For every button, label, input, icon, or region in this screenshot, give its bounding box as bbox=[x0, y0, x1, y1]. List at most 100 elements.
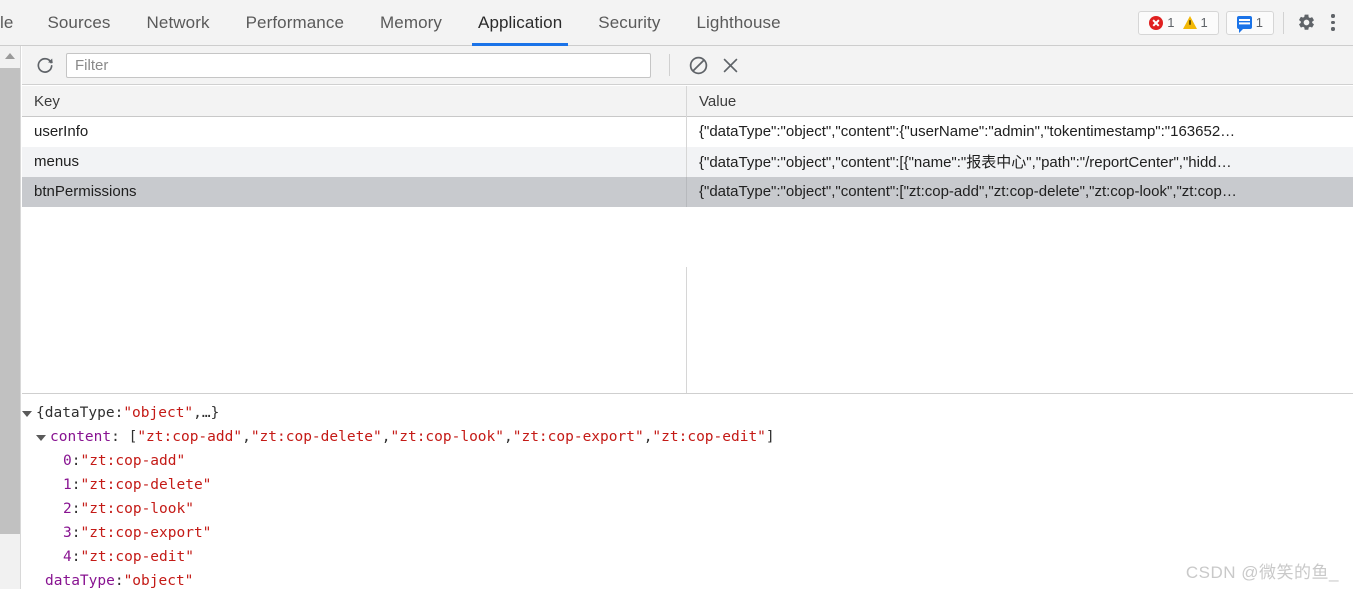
close-icon bbox=[723, 58, 737, 72]
json-token: , bbox=[643, 429, 653, 445]
scrollbar-thumb[interactable] bbox=[0, 68, 20, 534]
json-tree-line[interactable]: 4: "zt:cop-edit" bbox=[22, 545, 1353, 569]
tab-network[interactable]: Network bbox=[129, 0, 228, 46]
json-tree-line[interactable]: 1: "zt:cop-delete" bbox=[22, 473, 1353, 497]
tab-performance[interactable]: Performance bbox=[228, 0, 362, 46]
json-token: 4 bbox=[63, 549, 72, 565]
json-token: , bbox=[381, 429, 391, 445]
filter-input[interactable] bbox=[66, 52, 651, 78]
toolbar-divider bbox=[1283, 11, 1284, 34]
value-preview-panel: {dataType: "object",…} content: ["zt:cop-… bbox=[22, 394, 1353, 589]
json-token: "zt:cop-look" bbox=[390, 429, 505, 445]
refresh-button[interactable] bbox=[30, 50, 60, 80]
json-tree-line[interactable]: dataType: "object" bbox=[22, 569, 1353, 589]
devtools-tabbar: le Sources Network Performance Memory Applica… bbox=[0, 0, 1353, 46]
message-counter[interactable]: 1 bbox=[1225, 10, 1274, 35]
tab-sources[interactable]: Sources bbox=[29, 0, 128, 46]
json-token: , bbox=[504, 429, 513, 445]
tab-security[interactable]: Security bbox=[580, 0, 678, 46]
toolbar-separator bbox=[669, 54, 670, 76]
json-token: "zt:cop-delete" bbox=[80, 477, 212, 493]
settings-button[interactable] bbox=[1293, 10, 1319, 36]
table-row[interactable]: menus {"dataType":"object","content":[{"n… bbox=[22, 146, 1353, 177]
error-circle-icon bbox=[1149, 15, 1164, 30]
json-token: : bbox=[71, 477, 81, 493]
more-options-button[interactable] bbox=[1323, 10, 1343, 36]
json-token: 2 bbox=[63, 501, 72, 517]
left-vertical-scrollbar[interactable] bbox=[0, 46, 21, 589]
issue-counters[interactable]: 1 1 bbox=[1138, 10, 1219, 35]
devtools-window: le Sources Network Performance Memory Applica… bbox=[0, 0, 1353, 589]
json-token: "zt:cop-edit" bbox=[80, 549, 194, 565]
json-tree-line[interactable]: content: ["zt:cop-add", "zt:cop-delete",… bbox=[22, 425, 1353, 449]
json-token: content bbox=[50, 429, 112, 445]
cell-value: {"dataType":"object","content":{"userNam… bbox=[699, 123, 1236, 140]
triangle-down-icon[interactable] bbox=[36, 435, 46, 441]
kebab-dot bbox=[1331, 27, 1335, 31]
storage-table: Key Value userInfo {"dataType":"object","… bbox=[22, 86, 1353, 393]
tabbar-spacer bbox=[799, 0, 1139, 45]
cell-key: btnPermissions bbox=[22, 176, 687, 207]
tab-lighthouse[interactable]: Lighthouse bbox=[678, 0, 798, 46]
json-token: dataType bbox=[45, 573, 115, 589]
warning-triangle-icon bbox=[1182, 16, 1197, 29]
watermark: CSDN @微笑的鱼_ bbox=[1185, 563, 1339, 582]
tab-memory[interactable]: Memory bbox=[362, 0, 460, 46]
json-token: : bbox=[71, 525, 81, 541]
table-header-row: Key Value bbox=[22, 86, 1353, 117]
json-tree-line[interactable]: {dataType: "object",…} bbox=[22, 401, 1353, 425]
json-token: "zt:cop-delete" bbox=[250, 429, 382, 445]
tab-le[interactable]: le bbox=[0, 0, 29, 46]
kebab-dot bbox=[1331, 20, 1335, 25]
message-bubble-icon bbox=[1236, 16, 1252, 33]
json-token: "zt:cop-add" bbox=[80, 453, 186, 469]
json-token: 0 bbox=[63, 453, 72, 469]
json-token: ,…} bbox=[193, 405, 220, 421]
json-token: "zt:cop-look" bbox=[80, 501, 194, 517]
json-token: "object" bbox=[123, 573, 194, 589]
json-token: : bbox=[71, 453, 81, 469]
cell-key: menus bbox=[22, 146, 687, 177]
error-count: 1 bbox=[1167, 15, 1175, 30]
warning-count: 1 bbox=[1200, 15, 1208, 30]
json-token: {dataType: bbox=[36, 405, 124, 421]
table-row[interactable]: btnPermissions {"dataType":"object","cont… bbox=[22, 176, 1353, 207]
json-token: : bbox=[114, 573, 124, 589]
json-token: 1 bbox=[63, 477, 72, 493]
tab-application[interactable]: Application bbox=[460, 0, 580, 46]
triangle-down-icon[interactable] bbox=[22, 411, 32, 417]
json-token: , bbox=[242, 429, 251, 445]
column-header-key[interactable]: Key bbox=[22, 86, 687, 117]
kebab-dot bbox=[1331, 14, 1335, 18]
cell-key: userInfo bbox=[22, 116, 687, 147]
cell-value: {"dataType":"object","content":[{"name":… bbox=[699, 154, 1232, 171]
message-counter-item: 1 bbox=[1233, 15, 1267, 33]
storage-toolbar bbox=[22, 46, 1353, 85]
scrollbar-up-button[interactable] bbox=[0, 46, 20, 66]
json-token: "object" bbox=[123, 405, 194, 421]
tab-list: le Sources Network Performance Memory Applica… bbox=[0, 0, 799, 46]
cell-value: {"dataType":"object","content":["zt:cop-… bbox=[699, 183, 1237, 200]
json-tree: {dataType: "object",…} content: ["zt:cop-… bbox=[22, 401, 1353, 589]
json-token: : [ bbox=[111, 429, 138, 445]
json-token: : bbox=[71, 501, 81, 517]
json-token: 3 bbox=[63, 525, 72, 541]
gear-icon bbox=[1298, 14, 1314, 30]
json-tree-line[interactable]: 2: "zt:cop-look" bbox=[22, 497, 1353, 521]
json-tree-line[interactable]: 0: "zt:cop-add" bbox=[22, 449, 1353, 473]
json-token: "zt:cop-export" bbox=[80, 525, 212, 541]
warning-counter[interactable]: 1 bbox=[1179, 15, 1212, 30]
clear-all-button[interactable] bbox=[682, 50, 714, 80]
json-token: ] bbox=[765, 429, 775, 445]
clear-all-icon bbox=[689, 56, 707, 74]
table-empty-area bbox=[22, 267, 1353, 393]
delete-selected-button[interactable] bbox=[714, 50, 746, 80]
table-row[interactable]: userInfo {"dataType":"object","content":{… bbox=[22, 116, 1353, 147]
table-body: userInfo {"dataType":"object","content":{… bbox=[22, 116, 1353, 207]
json-tree-line[interactable]: 3: "zt:cop-export" bbox=[22, 521, 1353, 545]
json-token: : bbox=[71, 549, 81, 565]
column-header-value[interactable]: Value bbox=[687, 86, 1353, 117]
tabbar-actions: 1 1 1 bbox=[1138, 0, 1353, 45]
error-counter[interactable]: 1 bbox=[1145, 15, 1178, 30]
chevron-up-icon bbox=[5, 53, 15, 59]
